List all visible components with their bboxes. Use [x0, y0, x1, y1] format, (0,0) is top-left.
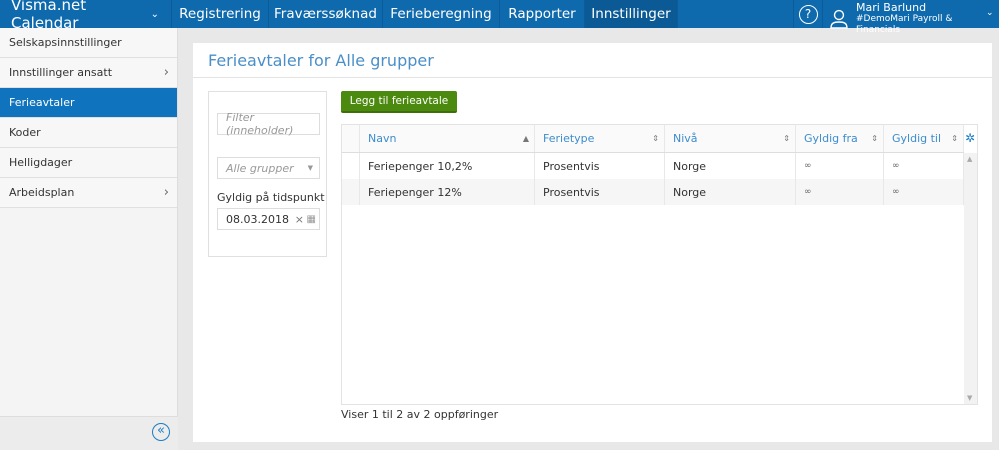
nav-rapporter[interactable]: Rapporter [500, 0, 585, 28]
sort-asc-icon: ▲ [522, 134, 529, 143]
nav-ferieberegning[interactable]: Ferieberegning [383, 0, 500, 28]
divider [193, 77, 992, 78]
table-header: Navn ▲ Ferietype ⇕ Nivå ⇕ Gyldig fra ⇕ Gyldi… [342, 125, 964, 153]
table-row[interactable]: Feriepenger 12% Prosentvis Norge ∞ ∞ [342, 179, 964, 205]
column-header-gyldig-til[interactable]: Gyldig til ⇕ [884, 125, 964, 152]
cell-navn: Feriepenger 12% [360, 179, 535, 205]
group-select[interactable]: Alle grupper ▼ [217, 157, 320, 179]
group-select-value: Alle grupper [226, 161, 294, 175]
chevron-down-icon[interactable]: ⌄ [986, 8, 994, 18]
column-label: Nivå [673, 132, 698, 145]
filter-panel: Filter (inneholder) Alle grupper ▼ Gyldig… [208, 91, 327, 257]
chevron-right-icon: › [163, 185, 169, 200]
sidebar-item-label: Arbeidsplan [9, 186, 75, 199]
table-info: Viser 1 til 2 av 2 oppføringer [341, 408, 499, 421]
cell-navn: Feriepenger 10,2% [360, 153, 535, 179]
nav-fravaerssoknad[interactable]: Fraværssøknad [269, 0, 383, 28]
sidebar-item-arbeidsplan[interactable]: Arbeidsplan › [0, 178, 177, 208]
user-icon [830, 9, 848, 29]
select-column-header [342, 125, 360, 152]
sidebar-item-label: Innstillinger ansatt [9, 66, 113, 79]
page-title: Ferieavtaler for Alle grupper [208, 51, 434, 70]
sidebar-footer: « [0, 416, 178, 450]
help-button[interactable]: ? [793, 0, 823, 28]
column-label: Navn [368, 132, 397, 145]
column-header-navn[interactable]: Navn ▲ [360, 125, 535, 152]
calendar-icon[interactable]: ▦ [307, 214, 316, 225]
table-row[interactable]: Feriepenger 10,2% Prosentvis Norge ∞ ∞ [342, 153, 964, 179]
clear-icon[interactable]: × [295, 213, 304, 226]
user-menu[interactable]: Mari Barlund #DemoMari Payroll & Financia… [830, 2, 999, 36]
sort-icon: ⇕ [871, 134, 878, 143]
sort-icon: ⇕ [951, 134, 958, 143]
cell-gyldig-fra: ∞ [796, 153, 884, 179]
user-name: Mari Barlund [855, 1, 927, 14]
user-org: #DemoMari Payroll & Financials [855, 14, 953, 35]
sidebar-item-innstillinger-ansatt[interactable]: Innstillinger ansatt › [0, 58, 177, 88]
column-label: Gyldig til [892, 132, 942, 145]
cell-gyldig-til: ∞ [884, 153, 964, 179]
date-value: 08.03.2018 [226, 212, 289, 226]
cell-niva: Norge [665, 179, 796, 205]
row-select[interactable] [342, 153, 360, 179]
sidebar-item-label: Ferieavtaler [9, 96, 75, 109]
help-icon: ? [798, 4, 818, 24]
cell-ferietype: Prosentvis [535, 153, 665, 179]
cell-ferietype: Prosentvis [535, 179, 665, 205]
sidebar-item-label: Selskapsinnstillinger [9, 36, 122, 49]
column-header-ferietype[interactable]: Ferietype ⇕ [535, 125, 665, 152]
scroll-down-icon[interactable]: ▼ [967, 394, 972, 402]
app-switcher[interactable]: Visma.net Calendar ⌄ [0, 0, 172, 32]
vertical-scrollbar[interactable]: ▲ ▼ [964, 153, 977, 404]
filter-input[interactable]: Filter (inneholder) [217, 111, 320, 137]
column-label: Gyldig fra [804, 132, 858, 145]
sidebar: Selskapsinnstillinger Innstillinger ansa… [0, 28, 178, 450]
column-header-niva[interactable]: Nivå ⇕ [665, 125, 796, 152]
cell-gyldig-fra: ∞ [796, 179, 884, 205]
main-panel: Ferieavtaler for Alle grupper Filter (in… [193, 43, 992, 442]
scroll-up-icon[interactable]: ▲ [967, 155, 972, 163]
sidebar-item-label: Koder [9, 126, 41, 139]
cell-gyldig-til: ∞ [884, 179, 964, 205]
nav-registrering[interactable]: Registrering [172, 0, 269, 28]
sidebar-item-koder[interactable]: Koder [0, 118, 177, 148]
agreements-table: Navn ▲ Ferietype ⇕ Nivå ⇕ Gyldig fra ⇕ Gyldi… [341, 124, 978, 405]
sidebar-item-label: Helligdager [9, 156, 73, 169]
add-holiday-agreement-button[interactable]: Legg til ferieavtale [341, 91, 457, 113]
sidebar-item-helligdager[interactable]: Helligdager [0, 148, 177, 178]
top-bar: Visma.net Calendar ⌄ Registrering Fraværs… [0, 0, 999, 35]
column-label: Ferietype [543, 132, 595, 145]
column-header-gyldig-fra[interactable]: Gyldig fra ⇕ [796, 125, 884, 152]
chevron-right-icon: › [163, 65, 169, 80]
sidebar-item-selskapsinnstillinger[interactable]: Selskapsinnstillinger [0, 28, 177, 58]
sort-icon: ⇕ [783, 134, 790, 143]
collapse-sidebar-icon[interactable]: « [152, 423, 170, 441]
sort-icon: ⇕ [652, 134, 659, 143]
date-input[interactable]: 08.03.2018 × ▦ [217, 208, 320, 230]
sidebar-item-ferieavtaler[interactable]: Ferieavtaler [0, 88, 177, 118]
caret-down-icon: ▼ [307, 164, 313, 172]
cell-niva: Norge [665, 153, 796, 179]
nav-innstillinger[interactable]: Innstillinger [585, 0, 678, 28]
date-label: Gyldig på tidspunkt [217, 191, 325, 204]
chevron-down-icon: ⌄ [150, 8, 159, 20]
gear-icon[interactable]: ✲ [965, 131, 975, 145]
row-select[interactable] [342, 179, 360, 205]
